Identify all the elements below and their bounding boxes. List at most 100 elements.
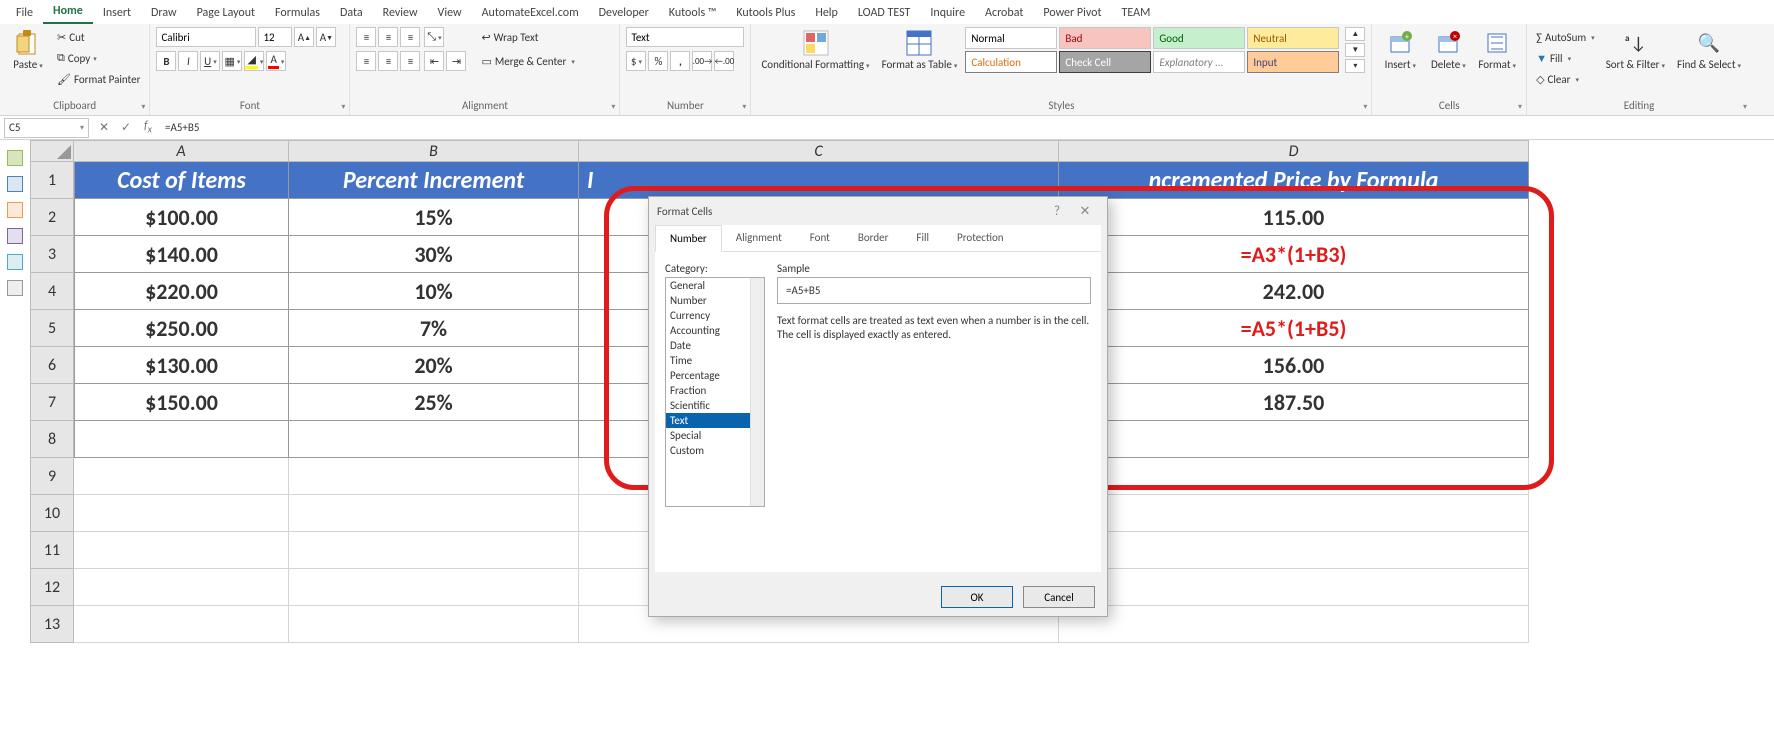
ribbon-tab[interactable]: Inquire [920, 3, 975, 24]
insert-cells-button[interactable]: +Insert [1378, 27, 1422, 74]
percent-format-button[interactable]: % [648, 51, 668, 71]
align-bottom-button[interactable]: ≡ [400, 27, 420, 47]
cell[interactable] [289, 495, 579, 532]
bold-button[interactable]: B [156, 51, 176, 71]
autosum-button[interactable]: ∑AutoSum [1533, 27, 1598, 47]
cell-style-option[interactable]: Input [1247, 51, 1339, 73]
select-all-corner[interactable] [30, 140, 74, 162]
decrease-indent-button[interactable]: ⇤ [424, 51, 444, 71]
row-header[interactable]: 13 [30, 606, 74, 643]
cell[interactable]: $220.00 [74, 273, 289, 310]
row-header[interactable]: 7 [30, 384, 74, 421]
cell[interactable]: $140.00 [74, 236, 289, 273]
cell[interactable] [1059, 495, 1529, 532]
col-header[interactable]: D [1059, 140, 1529, 162]
cell[interactable]: =A5*(1+B5) [1059, 310, 1529, 347]
format-as-table-button[interactable]: Format as Table [878, 27, 962, 74]
italic-button[interactable]: I [178, 51, 198, 71]
cell-style-option[interactable]: Bad [1059, 27, 1151, 49]
row-header[interactable]: 11 [30, 532, 74, 569]
cell-style-option[interactable]: Explanatory ... [1153, 51, 1245, 73]
align-top-button[interactable]: ≡ [356, 27, 376, 47]
cell[interactable]: 30% [289, 236, 579, 273]
accounting-format-button[interactable]: $ [626, 51, 646, 71]
align-middle-button[interactable]: ≡ [378, 27, 398, 47]
ribbon-tab[interactable]: File [6, 3, 43, 24]
cell[interactable] [74, 421, 289, 458]
cell[interactable]: Percent Increment [289, 162, 579, 199]
clear-button[interactable]: ◇Clear [1533, 69, 1598, 89]
cell[interactable]: 115.00 [1059, 199, 1529, 236]
comma-format-button[interactable]: , [670, 51, 690, 71]
increase-indent-button[interactable]: ⇥ [446, 51, 466, 71]
row-header[interactable]: 12 [30, 569, 74, 606]
dialog-tab[interactable]: Fill [902, 225, 943, 251]
cell[interactable]: $130.00 [74, 347, 289, 384]
col-header[interactable]: C [579, 140, 1059, 162]
fill-button[interactable]: ▼Fill [1533, 48, 1598, 68]
cell[interactable] [1059, 569, 1529, 606]
align-right-button[interactable]: ≡ [400, 51, 420, 71]
format-painter-button[interactable]: 🖌Format Painter [54, 69, 143, 89]
cell[interactable]: Cost of Items [74, 162, 289, 199]
cell[interactable]: $150.00 [74, 384, 289, 421]
decrease-font-button[interactable]: A▼ [316, 27, 336, 47]
copy-button[interactable]: ⧉Copy▾ [54, 48, 143, 68]
paste-button[interactable]: Paste [6, 27, 50, 74]
ribbon-tab[interactable]: View [428, 3, 472, 24]
col-header[interactable]: A [74, 140, 289, 162]
row-header[interactable]: 4 [30, 273, 74, 310]
cell[interactable] [1059, 532, 1529, 569]
align-center-button[interactable]: ≡ [378, 51, 398, 71]
ok-button[interactable]: OK [941, 586, 1013, 608]
dialog-tab[interactable]: Border [844, 225, 903, 251]
cell[interactable]: 20% [289, 347, 579, 384]
cell-style-option[interactable]: Good [1153, 27, 1245, 49]
delete-cells-button[interactable]: ×Delete [1426, 27, 1470, 74]
increase-font-button[interactable]: A▲ [294, 27, 314, 47]
ribbon-tab[interactable]: Help [805, 3, 848, 24]
row-header[interactable]: 8 [30, 421, 74, 458]
font-family-select[interactable] [156, 27, 256, 47]
cell[interactable] [74, 532, 289, 569]
cell-styles-gallery[interactable]: NormalBadGoodNeutralCalculationCheck Cel… [965, 27, 1339, 73]
cell[interactable]: ncremented Price by Formula [1059, 162, 1529, 199]
ribbon-tab[interactable]: Draw [141, 3, 187, 24]
cell[interactable] [289, 421, 579, 458]
cell[interactable] [74, 495, 289, 532]
ribbon-tab[interactable]: Developer [589, 3, 659, 24]
leftbar-item[interactable] [7, 150, 23, 166]
help-button[interactable]: ? [1043, 204, 1071, 219]
row-header[interactable]: 1 [30, 162, 74, 199]
cell[interactable] [1059, 421, 1529, 458]
ribbon-tab[interactable]: AutomateExcel.com [472, 3, 589, 24]
cell-style-option[interactable]: Normal [965, 27, 1057, 49]
cancel-formula-button[interactable]: ✕ [93, 120, 115, 135]
styles-more-button[interactable]: ▾ [1345, 59, 1365, 73]
enter-formula-button[interactable]: ✓ [115, 120, 137, 135]
cell[interactable]: 7% [289, 310, 579, 347]
insert-function-button[interactable]: fx [137, 119, 159, 135]
cell[interactable] [74, 606, 289, 643]
ribbon-tab[interactable]: Acrobat [975, 3, 1033, 24]
close-button[interactable]: ✕ [1071, 204, 1099, 219]
ribbon-tab[interactable]: Data [330, 3, 373, 24]
cell[interactable]: 156.00 [1059, 347, 1529, 384]
row-header[interactable]: 10 [30, 495, 74, 532]
sort-filter-button[interactable]: ᵃ↓Sort & Filter [1602, 27, 1669, 74]
cell-style-option[interactable]: Calculation [965, 51, 1057, 73]
borders-button[interactable]: ▦ [222, 51, 242, 71]
cell[interactable]: $250.00 [74, 310, 289, 347]
cell[interactable]: $100.00 [74, 199, 289, 236]
dialog-tab[interactable]: Protection [943, 225, 1018, 251]
merge-center-button[interactable]: ▭Merge & Center [478, 51, 577, 71]
row-header[interactable]: 9 [30, 458, 74, 495]
leftbar-item[interactable] [7, 254, 23, 270]
cell[interactable]: 187.50 [1059, 384, 1529, 421]
dialog-tab[interactable]: Number [655, 225, 722, 252]
number-format-select[interactable] [626, 27, 744, 47]
ribbon-tab[interactable]: Insert [93, 3, 141, 24]
ribbon-tab[interactable]: LOAD TEST [848, 3, 921, 24]
cell[interactable]: 242.00 [1059, 273, 1529, 310]
cell-style-option[interactable]: Check Cell [1059, 51, 1151, 73]
